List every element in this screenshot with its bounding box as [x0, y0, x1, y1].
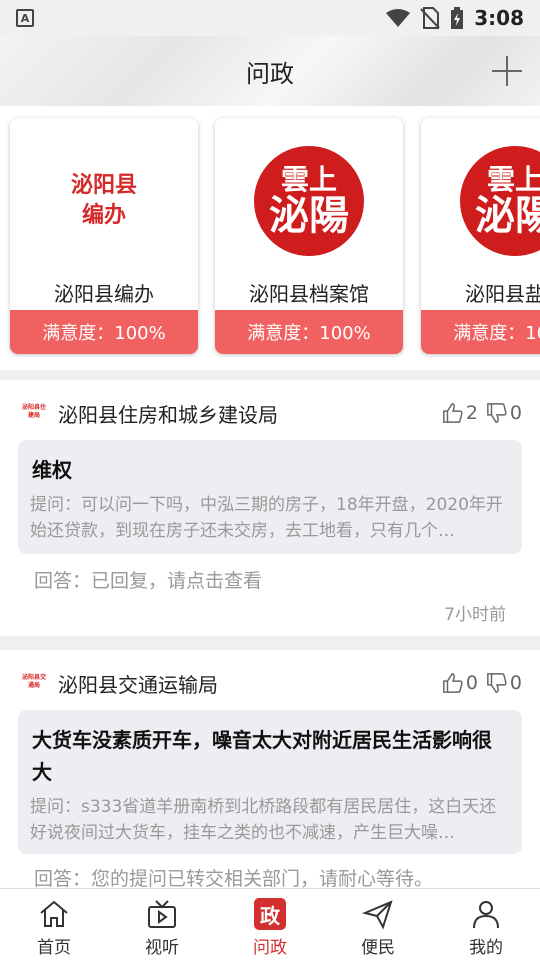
- department-mini-logo: 泌阳县交通局: [22, 674, 47, 689]
- like-button[interactable]: 0: [442, 672, 478, 694]
- add-icon[interactable]: [492, 56, 522, 86]
- question-title: 大货车没素质开车，噪音太大对附近居民生活影响很大: [32, 728, 492, 784]
- nav-label: 视听: [145, 938, 179, 958]
- logo-text-line: 泌陽: [475, 192, 540, 239]
- department-mini-logo: 泌阳县住建局: [22, 404, 47, 419]
- question-box[interactable]: 大货车没素质开车，噪音太大对附近居民生活影响很大 提问：s333省道羊册南桥到北…: [18, 710, 522, 854]
- no-sim-icon: [420, 7, 440, 29]
- thumbs-up-icon: [442, 673, 463, 693]
- logo-text-line: 雲上: [486, 163, 540, 196]
- nav-label: 便民: [361, 938, 395, 958]
- nav-wenzheng[interactable]: 政 问政: [216, 889, 324, 960]
- wifi-icon: [386, 9, 411, 27]
- nav-services[interactable]: 便民: [324, 889, 432, 960]
- clock: 3:08: [474, 6, 524, 30]
- question-post[interactable]: 泌阳县住建局 泌阳县住房和城乡建设局 2 0 维权 提问：可以问一下吗，中泓三期…: [0, 380, 540, 636]
- status-bar: A 3:08: [0, 0, 540, 36]
- paper-plane-icon: [362, 900, 393, 930]
- logo-text-line: 泌陽: [269, 192, 349, 239]
- answer-text[interactable]: 回答：您的提问已转交相关部门，请耐心等待。: [34, 864, 433, 891]
- department-carousel[interactable]: 泌阳县 编办 泌阳县编办 满意度：100% 雲上 泌陽 泌阳县档案馆 满意度：1…: [0, 106, 540, 370]
- question-body: 提问：s333省道羊册南桥到北桥路段都有居民居住，这白天还好说夜间过大货车，挂车…: [30, 797, 497, 843]
- logo-text-line: 编办: [81, 203, 126, 228]
- page-title: 问政: [246, 59, 294, 88]
- nav-video[interactable]: 视听: [108, 889, 216, 960]
- satisfaction-bar: 满意度：100%: [10, 310, 198, 354]
- like-count: 2: [465, 402, 478, 424]
- satisfaction-bar: 满意度：100%: [215, 310, 403, 354]
- department-name: 泌阳县档案馆: [249, 282, 369, 306]
- nav-label: 首页: [37, 938, 71, 958]
- department-card[interactable]: 雲上 泌陽 泌阳县盐业 满意度：100%: [421, 118, 540, 354]
- department-logo: 泌阳县 编办: [47, 144, 161, 258]
- question-body: 提问：可以问一下吗，中泓三期的房子，18年开盘，2020年开始还贷款，到现在房子…: [30, 495, 503, 541]
- department-name: 泌阳县编办: [54, 282, 154, 306]
- thumbs-up-icon: [442, 403, 463, 423]
- user-icon: [473, 901, 499, 929]
- logo-text-line: 雲上: [280, 163, 337, 196]
- app-header: 问政: [0, 36, 540, 106]
- nav-label: 我的: [469, 938, 503, 958]
- department-card[interactable]: 雲上 泌陽 泌阳县档案馆 满意度：100%: [215, 118, 403, 354]
- bottom-navigation: 首页 视听 政 问政 便民 我的: [0, 888, 540, 960]
- department-name: 泌阳县盐业: [465, 282, 540, 306]
- thumbs-down-icon: [487, 673, 507, 693]
- satisfaction-bar: 满意度：100%: [421, 310, 540, 354]
- post-time: 7小时前: [444, 605, 506, 625]
- question-title: 维权: [32, 458, 72, 482]
- nav-mine[interactable]: 我的: [432, 889, 540, 960]
- nav-home[interactable]: 首页: [0, 889, 108, 960]
- notification-a-icon: A: [16, 9, 34, 27]
- nav-label: 问政: [253, 938, 287, 958]
- question-post[interactable]: 泌阳县交通局 泌阳县交通运输局 0 0 大货车没素质开车，噪音太大对附近居民生活…: [0, 650, 540, 890]
- zheng-icon: 政: [254, 898, 286, 930]
- thumbs-down-icon: [487, 403, 507, 423]
- battery-icon: [451, 7, 464, 29]
- like-button[interactable]: 2: [442, 402, 478, 424]
- dislike-button[interactable]: 0: [486, 402, 522, 424]
- dislike-count: 0: [509, 672, 522, 694]
- logo-text-line: 泌阳县: [70, 173, 137, 198]
- answer-text[interactable]: 回答：已回复，请点击查看: [34, 566, 262, 593]
- question-box[interactable]: 维权 提问：可以问一下吗，中泓三期的房子，18年开盘，2020年开始还贷款，到现…: [18, 440, 522, 554]
- department-card[interactable]: 泌阳县 编办 泌阳县编办 满意度：100%: [10, 118, 198, 354]
- department-logo: 雲上 泌陽: [252, 144, 366, 258]
- post-department-name: 泌阳县交通运输局: [58, 672, 218, 697]
- dislike-button[interactable]: 0: [486, 672, 522, 694]
- department-logo: 雲上 泌陽: [458, 144, 540, 258]
- tv-icon: [148, 900, 176, 928]
- like-count: 0: [465, 672, 478, 694]
- home-icon: [40, 900, 68, 927]
- post-department-name: 泌阳县住房和城乡建设局: [58, 402, 278, 427]
- dislike-count: 0: [509, 402, 522, 424]
